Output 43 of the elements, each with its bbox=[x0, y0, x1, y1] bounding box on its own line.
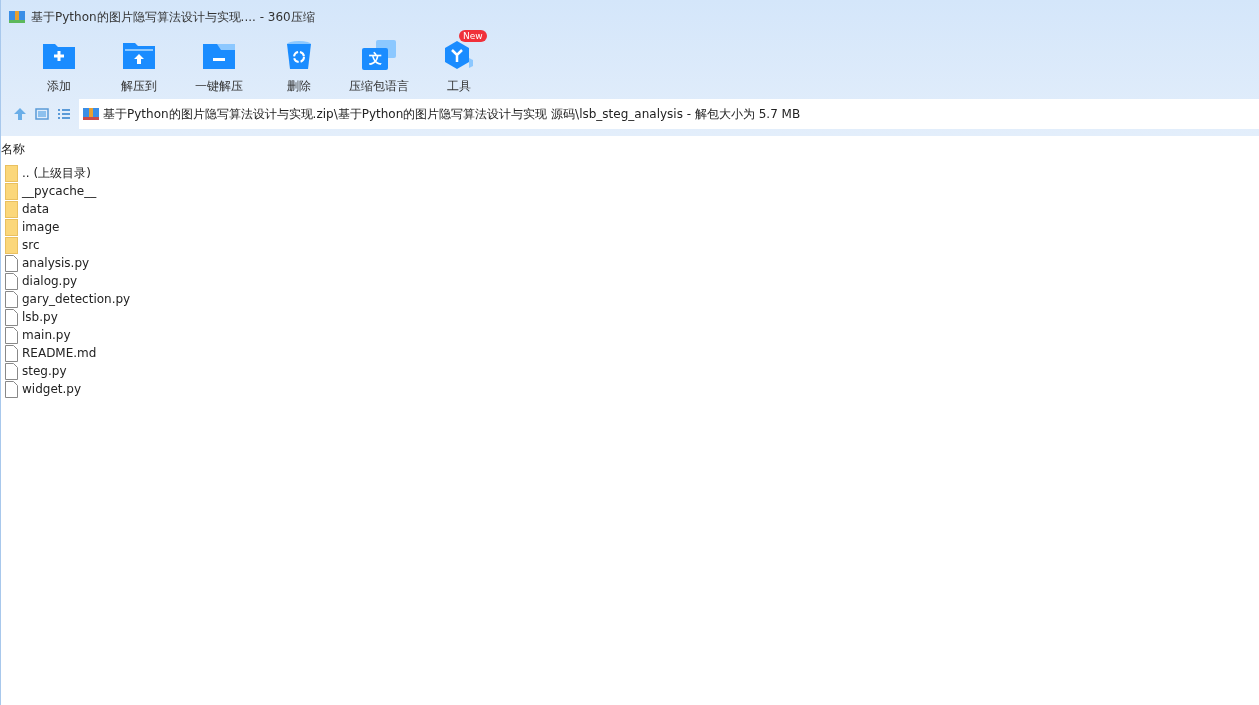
folder-icon bbox=[5, 200, 18, 218]
folder-upload-icon bbox=[123, 40, 155, 70]
file-name[interactable]: gary_detection.py bbox=[22, 292, 131, 306]
file-icon bbox=[5, 380, 18, 398]
thumbnail-view-icon[interactable] bbox=[35, 107, 49, 121]
file-icon bbox=[5, 272, 18, 290]
archive-icon bbox=[83, 106, 99, 122]
column-header[interactable]: 名称 bbox=[1, 140, 25, 158]
file-name[interactable]: .. (上级目录) bbox=[22, 164, 91, 182]
folder-icon bbox=[5, 218, 18, 236]
toolbar-button[interactable]: 删除 bbox=[259, 34, 339, 98]
file-name[interactable]: lsb.py bbox=[22, 310, 58, 324]
toolbar-button[interactable]: 文 压缩包语言 bbox=[339, 34, 419, 98]
file-icon bbox=[5, 308, 18, 326]
app-logo-icon bbox=[9, 9, 25, 25]
address-bar[interactable]: 基于Python的图片隐写算法设计与实现.zip\基于Python的图片隐写算法设计与实现 源码\lsb_steg_analysis - 解包大小为 5.7 MB bbox=[79, 99, 1259, 129]
file-name[interactable]: main.py bbox=[22, 328, 71, 342]
file-icon bbox=[5, 290, 18, 308]
file-name[interactable]: README.md bbox=[22, 346, 97, 360]
file-icon bbox=[5, 254, 18, 272]
file-name[interactable]: image bbox=[22, 220, 60, 234]
file-name[interactable]: __pycache__ bbox=[22, 184, 97, 198]
toolbar-button[interactable]: 解压到 bbox=[99, 34, 179, 98]
file-icon bbox=[5, 344, 18, 362]
archive-path: 基于Python的图片隐写算法设计与实现.zip\基于Python的图片隐写算法设计与实现 源码\lsb_steg_analysis - 解包大小为 5.7 MB bbox=[103, 105, 801, 123]
toolbar-button[interactable]: 添加 bbox=[19, 34, 99, 98]
hexagon-tool-icon bbox=[443, 40, 475, 70]
new-badge: New bbox=[459, 30, 487, 42]
file-name[interactable]: dialog.py bbox=[22, 274, 78, 288]
file-name[interactable]: steg.py bbox=[22, 364, 67, 378]
folder-icon bbox=[5, 182, 18, 200]
up-arrow-icon[interactable] bbox=[13, 107, 27, 121]
folder-icon bbox=[5, 164, 18, 182]
file-name[interactable]: data bbox=[22, 202, 50, 216]
window-title: 基于Python的图片隐写算法设计与实现.... - 360压缩 bbox=[31, 8, 315, 26]
folder-icon bbox=[5, 236, 18, 254]
file-icon bbox=[5, 326, 18, 344]
file-name[interactable]: widget.py bbox=[22, 382, 81, 396]
file-name[interactable]: analysis.py bbox=[22, 256, 90, 270]
file-name[interactable]: src bbox=[22, 238, 40, 252]
file-icon bbox=[5, 362, 18, 380]
list-view-icon[interactable] bbox=[57, 107, 71, 121]
toolbar-button[interactable]: 一键解压 bbox=[179, 34, 259, 98]
